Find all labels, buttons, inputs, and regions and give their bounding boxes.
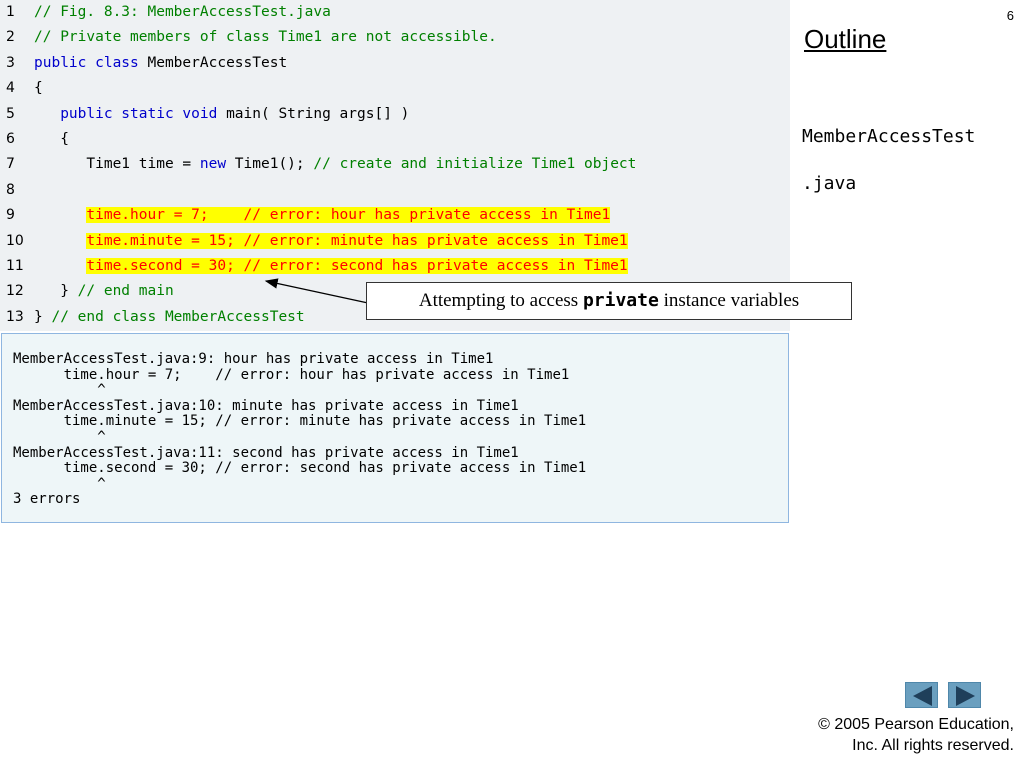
- comment-token: // create and initialize Time1 object: [313, 156, 637, 173]
- compiler-output-box: MemberAccessTest.java:9: hour has privat…: [1, 333, 789, 523]
- code-token: {: [34, 131, 69, 147]
- line-number: 11: [6, 258, 24, 274]
- file-label-line2: .java: [802, 173, 857, 194]
- error-highlight: time.minute = 15; // error: minute has p…: [86, 232, 628, 249]
- keyword-token: new: [199, 156, 227, 173]
- comment-token: // Private members of class Time1 are no…: [34, 29, 497, 46]
- copyright-notice: © 2005 Pearson Education, Inc. All right…: [774, 714, 1014, 756]
- code-line: 2 // Private members of class Time1 are n…: [0, 25, 790, 51]
- comment-token: // Fig. 8.3: MemberAccessTest.java: [34, 4, 331, 20]
- callout-text-before: Attempting to access: [418, 290, 583, 311]
- error-highlight: time.second = 30; // error: second has p…: [86, 258, 628, 274]
- code-token: main( String args[] ): [217, 105, 410, 122]
- code-line: 6 {: [0, 127, 790, 153]
- keyword-token: public class: [34, 54, 139, 71]
- code-line: 5 public static void main( String args[]…: [0, 102, 790, 128]
- line-number: 5: [6, 105, 15, 122]
- code-token: Time1 time =: [34, 156, 200, 173]
- code-text: {: [34, 127, 69, 153]
- code-text: } // end class MemberAccessTest: [34, 305, 305, 331]
- code-line: 11 time.second = 30; // error: second ha…: [0, 254, 790, 280]
- code-line: 3 public class MemberAccessTest: [0, 51, 790, 77]
- line-number: 13: [6, 308, 24, 325]
- code-line: 10 time.minute = 15; // error: minute ha…: [0, 229, 790, 255]
- callout-text-after: instance variables: [658, 290, 800, 311]
- callout-box: Attempting to access private instance va…: [366, 282, 852, 320]
- code-text: time.minute = 15; // error: minute has p…: [34, 229, 628, 255]
- line-number: 2: [6, 29, 15, 46]
- code-token: Time1();: [226, 156, 314, 173]
- callout-text-code: private: [582, 290, 659, 311]
- code-text: time.hour = 7; // error: hour has privat…: [34, 203, 611, 229]
- line-number: 9: [6, 207, 15, 224]
- copyright-line2: Inc. All rights reserved.: [852, 737, 1014, 754]
- page-number: 6: [1006, 8, 1014, 23]
- code-text: time.second = 30; // error: second has p…: [34, 254, 628, 280]
- line-number: 8: [6, 181, 15, 198]
- line-number: 10: [6, 232, 24, 249]
- error-highlight: time.hour = 7; // error: hour has privat…: [86, 207, 611, 224]
- comment-token: // end main: [77, 283, 174, 300]
- code-text: // Fig. 8.3: MemberAccessTest.java: [34, 0, 331, 26]
- line-number: 4: [6, 80, 15, 97]
- code-token: MemberAccessTest: [138, 54, 288, 71]
- code-text: } // end main: [34, 279, 174, 305]
- code-line: 8: [0, 178, 790, 204]
- code-line: 4{: [0, 76, 790, 102]
- line-number: 1: [6, 4, 15, 20]
- code-token: }: [34, 283, 78, 300]
- code-text: {: [34, 76, 43, 102]
- outline-link[interactable]: Outline: [804, 24, 886, 55]
- line-number: 12: [6, 283, 24, 300]
- code-line: 1 // Fig. 8.3: MemberAccessTest.java: [0, 0, 790, 26]
- code-text: Time1 time = new Time1(); // create and …: [34, 152, 636, 178]
- triangle-right-icon: [956, 686, 975, 706]
- code-token: }: [34, 308, 52, 325]
- file-label-line1: MemberAccessTest: [802, 126, 976, 147]
- code-text: public static void main( String args[] ): [34, 102, 409, 128]
- previous-slide-button[interactable]: [905, 682, 938, 708]
- keyword-token: public static void: [60, 105, 218, 122]
- code-line: 9 time.hour = 7; // error: hour has priv…: [0, 203, 790, 229]
- compiler-output-text: MemberAccessTest.java:9: hour has privat…: [13, 351, 587, 508]
- code-line: 7 Time1 time = new Time1(); // create an…: [0, 152, 790, 178]
- line-number: 7: [6, 156, 15, 173]
- code-text: // Private members of class Time1 are no…: [34, 25, 497, 51]
- next-slide-button[interactable]: [948, 682, 981, 708]
- code-token: {: [34, 80, 43, 97]
- comment-token: // end class MemberAccessTest: [51, 308, 305, 325]
- line-number: 3: [6, 54, 15, 71]
- code-text: public class MemberAccessTest: [34, 51, 287, 77]
- triangle-left-icon: [913, 686, 932, 706]
- copyright-line1: © 2005 Pearson Education,: [818, 716, 1014, 733]
- line-number: 6: [6, 131, 15, 147]
